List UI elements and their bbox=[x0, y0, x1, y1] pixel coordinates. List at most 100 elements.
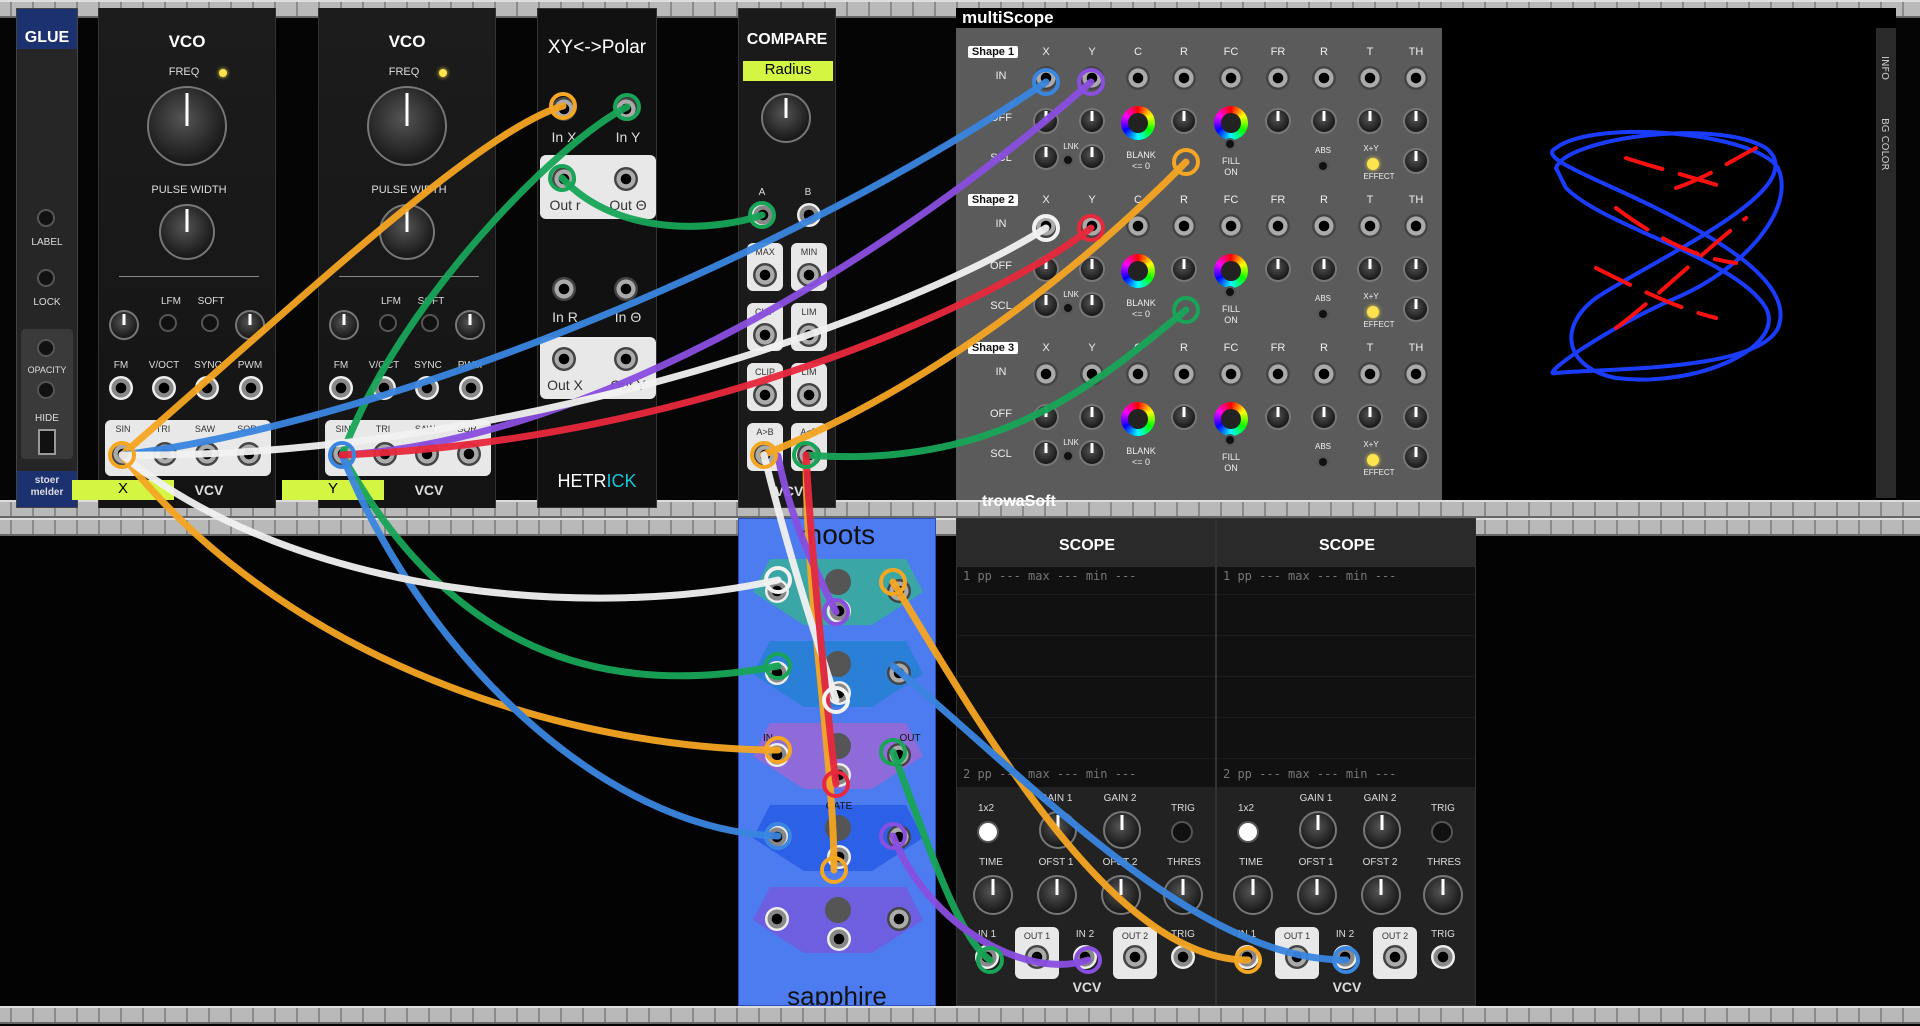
lfm-button[interactable] bbox=[379, 314, 397, 332]
gain2-knob[interactable] bbox=[1363, 811, 1401, 849]
in2-jack[interactable] bbox=[1073, 945, 1097, 969]
out-theta-jack[interactable] bbox=[614, 167, 638, 191]
pulse-width-knob[interactable] bbox=[159, 204, 215, 260]
a-lt-b-output-jack[interactable] bbox=[797, 443, 821, 467]
out-y-jack[interactable] bbox=[614, 347, 638, 371]
hide-switch[interactable] bbox=[38, 429, 56, 455]
moots-toggle-button[interactable] bbox=[825, 651, 851, 677]
in1-jack[interactable] bbox=[1235, 945, 1259, 969]
moots-gate-jack[interactable] bbox=[827, 681, 851, 705]
ofst2-knob[interactable] bbox=[1361, 875, 1401, 915]
moots-input-jack[interactable] bbox=[765, 743, 789, 767]
tri-output-jack[interactable] bbox=[153, 442, 177, 466]
pwm-input-jack[interactable] bbox=[459, 376, 483, 400]
clip-output-jack[interactable] bbox=[753, 323, 777, 347]
out2-jack[interactable] bbox=[1123, 945, 1147, 969]
moots-gate-jack[interactable] bbox=[827, 599, 851, 623]
moots-input-jack[interactable] bbox=[765, 825, 789, 849]
tri-output-jack[interactable] bbox=[373, 442, 397, 466]
voct-input-jack[interactable] bbox=[152, 376, 176, 400]
scope-module-1[interactable]: SCOPE 1 pp --- max --- min --- 2 pp --- … bbox=[956, 518, 1216, 1006]
thres-knob[interactable] bbox=[1163, 875, 1203, 915]
max-output-jack[interactable] bbox=[753, 263, 777, 287]
sin-output-jack[interactable] bbox=[111, 442, 135, 466]
moots-output-jack[interactable] bbox=[887, 907, 911, 931]
moots-output-jack[interactable] bbox=[887, 661, 911, 685]
moots-toggle-button[interactable] bbox=[825, 569, 851, 595]
fm-input-jack[interactable] bbox=[329, 376, 353, 400]
vco-module-2[interactable]: VCO FREQ PULSE WIDTH LFM SOFT FM V/OCT S… bbox=[318, 8, 496, 508]
sync-input-jack[interactable] bbox=[195, 376, 219, 400]
in-x-jack[interactable] bbox=[552, 97, 576, 121]
moots-input-jack[interactable] bbox=[765, 661, 789, 685]
label-button[interactable] bbox=[37, 209, 55, 227]
thres-knob[interactable] bbox=[1423, 875, 1463, 915]
in1-jack[interactable] bbox=[975, 945, 999, 969]
pulse-width-knob[interactable] bbox=[379, 204, 435, 260]
trig-button[interactable] bbox=[1431, 821, 1453, 843]
saw-output-jack[interactable] bbox=[195, 442, 219, 466]
in2-jack[interactable] bbox=[1333, 945, 1357, 969]
multiscope-module[interactable]: multiScope INFO BG COLOR Shape 1XYCRFCFR… bbox=[956, 8, 1896, 500]
a-input-jack[interactable] bbox=[751, 203, 775, 227]
min-output-jack[interactable] bbox=[797, 263, 821, 287]
out2-jack[interactable] bbox=[1383, 945, 1407, 969]
scope-module-2[interactable]: SCOPE 1 pp --- max --- min --- 2 pp --- … bbox=[1216, 518, 1476, 1006]
opacity-knob[interactable] bbox=[37, 339, 55, 357]
a-gt-b-output-jack[interactable] bbox=[753, 443, 777, 467]
lim-output-jack[interactable] bbox=[797, 323, 821, 347]
freq-knob[interactable] bbox=[147, 86, 227, 166]
trig-button[interactable] bbox=[1171, 821, 1193, 843]
soft-button[interactable] bbox=[421, 314, 439, 332]
ofst1-knob[interactable] bbox=[1297, 875, 1337, 915]
pwm-input-jack[interactable] bbox=[239, 376, 263, 400]
vco-module-1[interactable]: VCO FREQ PULSE WIDTH LFM SOFT FM V/OCT S… bbox=[98, 8, 276, 508]
mode-button[interactable] bbox=[1237, 821, 1259, 843]
out1-jack[interactable] bbox=[1025, 945, 1049, 969]
lock-button[interactable] bbox=[37, 269, 55, 287]
moots-output-jack[interactable] bbox=[887, 825, 911, 849]
out1-jack[interactable] bbox=[1285, 945, 1309, 969]
trig-in-jack[interactable] bbox=[1171, 945, 1195, 969]
moots-gate-jack[interactable] bbox=[827, 927, 851, 951]
moots-output-jack[interactable] bbox=[887, 579, 911, 603]
moots-input-jack[interactable] bbox=[765, 579, 789, 603]
in-y-jack[interactable] bbox=[614, 97, 638, 121]
voct-input-jack[interactable] bbox=[372, 376, 396, 400]
moots-toggle-button[interactable] bbox=[825, 815, 851, 841]
ofst1-knob[interactable] bbox=[1037, 875, 1077, 915]
saw-output-jack[interactable] bbox=[415, 442, 439, 466]
out-x-jack[interactable] bbox=[552, 347, 576, 371]
time-knob[interactable] bbox=[1233, 875, 1273, 915]
sqr-output-jack[interactable] bbox=[457, 442, 481, 466]
moots-toggle-button[interactable] bbox=[825, 733, 851, 759]
gain1-knob[interactable] bbox=[1299, 811, 1337, 849]
out-r-jack[interactable] bbox=[552, 167, 576, 191]
fm-input-jack[interactable] bbox=[109, 376, 133, 400]
moots-output-jack[interactable] bbox=[887, 743, 911, 767]
sin-output-jack[interactable] bbox=[331, 442, 355, 466]
mode-button[interactable] bbox=[977, 821, 999, 843]
freq-knob[interactable] bbox=[367, 86, 447, 166]
moots-gate-jack[interactable] bbox=[827, 845, 851, 869]
clip-output-jack[interactable] bbox=[753, 383, 777, 407]
pwm-amount-knob[interactable] bbox=[455, 310, 485, 340]
mode-knob[interactable] bbox=[761, 93, 811, 143]
moots-toggle-button[interactable] bbox=[825, 897, 851, 923]
gain2-knob[interactable] bbox=[1103, 811, 1141, 849]
moots-module[interactable]: moots IN OUT GATE sapphire bbox=[738, 518, 936, 1006]
time-knob[interactable] bbox=[973, 875, 1013, 915]
lfm-button[interactable] bbox=[159, 314, 177, 332]
glue-module[interactable]: GLUE LABEL LOCK OPACITY HIDE stoer melde… bbox=[16, 8, 78, 508]
moots-input-jack[interactable] bbox=[765, 907, 789, 931]
b-input-jack[interactable] bbox=[797, 203, 821, 227]
lim-output-jack[interactable] bbox=[797, 383, 821, 407]
compare-mode-display[interactable]: Radius bbox=[743, 61, 833, 81]
pwm-amount-knob[interactable] bbox=[235, 310, 265, 340]
trig-in-jack[interactable] bbox=[1431, 945, 1455, 969]
in-theta-jack[interactable] bbox=[614, 277, 638, 301]
in-r-jack[interactable] bbox=[552, 277, 576, 301]
ofst2-knob[interactable] bbox=[1101, 875, 1141, 915]
gain1-knob[interactable] bbox=[1039, 811, 1077, 849]
fm-amount-knob[interactable] bbox=[329, 310, 359, 340]
